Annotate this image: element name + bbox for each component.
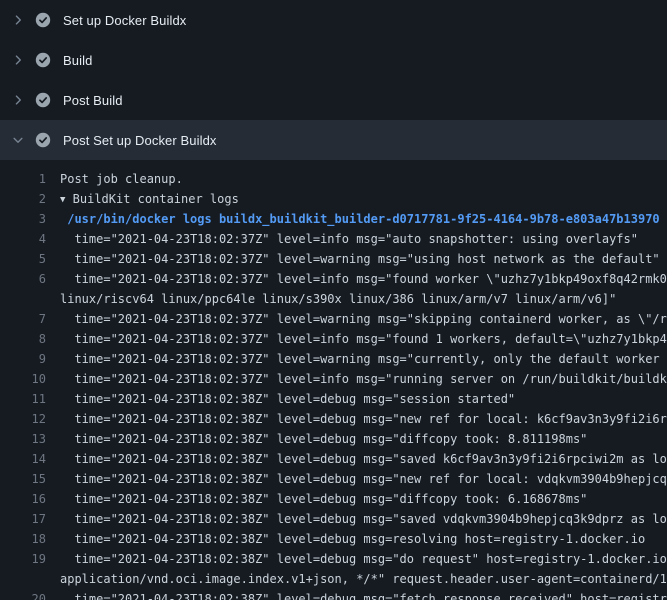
line-number[interactable]: 6: [0, 269, 46, 289]
line-number[interactable]: 3: [0, 209, 46, 229]
chevron-right-icon: [11, 13, 25, 27]
log-text: time="2021-04-23T18:02:38Z" level=debug …: [46, 429, 667, 449]
log-line: 8 time="2021-04-23T18:02:37Z" level=info…: [0, 329, 667, 349]
log-text: time="2021-04-23T18:02:38Z" level=debug …: [46, 589, 667, 600]
log-text: Post job cleanup.: [46, 169, 667, 189]
actions-log-viewer: Set up Docker Buildx Build P: [0, 0, 667, 600]
log-line: 2 ▼ BuildKit container logs: [0, 189, 667, 209]
log-text: time="2021-04-23T18:02:37Z" level=info m…: [46, 329, 667, 349]
line-number: [0, 569, 46, 589]
log-text: time="2021-04-23T18:02:38Z" level=debug …: [46, 449, 667, 469]
log-text: ▼ BuildKit container logs: [46, 189, 667, 209]
log-text: time="2021-04-23T18:02:38Z" level=debug …: [46, 489, 667, 509]
step-label: Build: [63, 53, 92, 68]
log-line: 6 time="2021-04-23T18:02:37Z" level=info…: [0, 269, 667, 289]
log-output: 1 Post job cleanup. 2 ▼ BuildKit contain…: [0, 160, 667, 600]
step-label: Post Build: [63, 93, 123, 108]
line-number[interactable]: 1: [0, 169, 46, 189]
line-number[interactable]: 13: [0, 429, 46, 449]
log-line: 10 time="2021-04-23T18:02:37Z" level=inf…: [0, 369, 667, 389]
log-line: 16 time="2021-04-23T18:02:38Z" level=deb…: [0, 489, 667, 509]
step-label: Post Set up Docker Buildx: [63, 133, 217, 148]
log-line: 1 Post job cleanup.: [0, 169, 667, 189]
line-number[interactable]: 12: [0, 409, 46, 429]
log-line: 11 time="2021-04-23T18:02:38Z" level=deb…: [0, 389, 667, 409]
log-line: 12 time="2021-04-23T18:02:38Z" level=deb…: [0, 409, 667, 429]
step-header[interactable]: Post Build: [0, 80, 667, 120]
log-line: 19 time="2021-04-23T18:02:38Z" level=deb…: [0, 549, 667, 569]
log-text: application/vnd.oci.image.index.v1+json,…: [46, 569, 667, 589]
line-number[interactable]: 10: [0, 369, 46, 389]
log-text: time="2021-04-23T18:02:38Z" level=debug …: [46, 549, 667, 569]
log-text: time="2021-04-23T18:02:37Z" level=info m…: [46, 229, 667, 249]
log-text: time="2021-04-23T18:02:37Z" level=info m…: [46, 269, 667, 289]
line-number: [0, 289, 46, 309]
log-text: time="2021-04-23T18:02:38Z" level=debug …: [46, 469, 667, 489]
line-number[interactable]: 8: [0, 329, 46, 349]
log-text: time="2021-04-23T18:02:37Z" level=info m…: [46, 369, 667, 389]
log-line: 7 time="2021-04-23T18:02:37Z" level=warn…: [0, 309, 667, 329]
line-number[interactable]: 20: [0, 589, 46, 600]
log-line: linux/riscv64 linux/ppc64le linux/s390x …: [0, 289, 667, 309]
line-number[interactable]: 7: [0, 309, 46, 329]
log-line: 3 /usr/bin/docker logs buildx_buildkit_b…: [0, 209, 667, 229]
check-circle-icon: [35, 52, 51, 68]
log-line: 5 time="2021-04-23T18:02:37Z" level=warn…: [0, 249, 667, 269]
line-number[interactable]: 4: [0, 229, 46, 249]
log-text: linux/riscv64 linux/ppc64le linux/s390x …: [46, 289, 667, 309]
chevron-down-icon: [11, 133, 25, 147]
log-line: 17 time="2021-04-23T18:02:38Z" level=deb…: [0, 509, 667, 529]
step-header[interactable]: Set up Docker Buildx: [0, 0, 667, 40]
log-text: time="2021-04-23T18:02:37Z" level=warnin…: [46, 309, 667, 329]
step-header[interactable]: Build: [0, 40, 667, 80]
check-circle-icon: [35, 12, 51, 28]
log-text: time="2021-04-23T18:02:37Z" level=warnin…: [46, 349, 667, 369]
check-circle-icon: [35, 132, 51, 148]
line-number[interactable]: 18: [0, 529, 46, 549]
group-label[interactable]: BuildKit container logs: [65, 192, 238, 206]
line-number[interactable]: 5: [0, 249, 46, 269]
line-number[interactable]: 19: [0, 549, 46, 569]
step-label: Set up Docker Buildx: [63, 13, 186, 28]
log-line: 4 time="2021-04-23T18:02:37Z" level=info…: [0, 229, 667, 249]
line-number[interactable]: 17: [0, 509, 46, 529]
step-header[interactable]: Post Set up Docker Buildx: [0, 120, 667, 160]
log-text: time="2021-04-23T18:02:38Z" level=debug …: [46, 409, 667, 429]
log-text: time="2021-04-23T18:02:37Z" level=warnin…: [46, 249, 667, 269]
line-number[interactable]: 2: [0, 189, 46, 209]
group-toggle-icon[interactable]: ▼: [60, 190, 65, 209]
log-text: time="2021-04-23T18:02:38Z" level=debug …: [46, 389, 667, 409]
step-list: Set up Docker Buildx Build P: [0, 0, 667, 160]
check-circle-icon: [35, 92, 51, 108]
log-line: 15 time="2021-04-23T18:02:38Z" level=deb…: [0, 469, 667, 489]
log-line: 20 time="2021-04-23T18:02:38Z" level=deb…: [0, 589, 667, 600]
chevron-right-icon: [11, 93, 25, 107]
log-line: application/vnd.oci.image.index.v1+json,…: [0, 569, 667, 589]
line-number[interactable]: 11: [0, 389, 46, 409]
log-line: 13 time="2021-04-23T18:02:38Z" level=deb…: [0, 429, 667, 449]
chevron-right-icon: [11, 53, 25, 67]
line-number[interactable]: 14: [0, 449, 46, 469]
log-line: 18 time="2021-04-23T18:02:38Z" level=deb…: [0, 529, 667, 549]
line-number[interactable]: 15: [0, 469, 46, 489]
log-line: 9 time="2021-04-23T18:02:37Z" level=warn…: [0, 349, 667, 369]
log-text: /usr/bin/docker logs buildx_buildkit_bui…: [46, 209, 667, 229]
log-text: time="2021-04-23T18:02:38Z" level=debug …: [46, 529, 667, 549]
line-number[interactable]: 9: [0, 349, 46, 369]
log-text: time="2021-04-23T18:02:38Z" level=debug …: [46, 509, 667, 529]
line-number[interactable]: 16: [0, 489, 46, 509]
log-line: 14 time="2021-04-23T18:02:38Z" level=deb…: [0, 449, 667, 469]
